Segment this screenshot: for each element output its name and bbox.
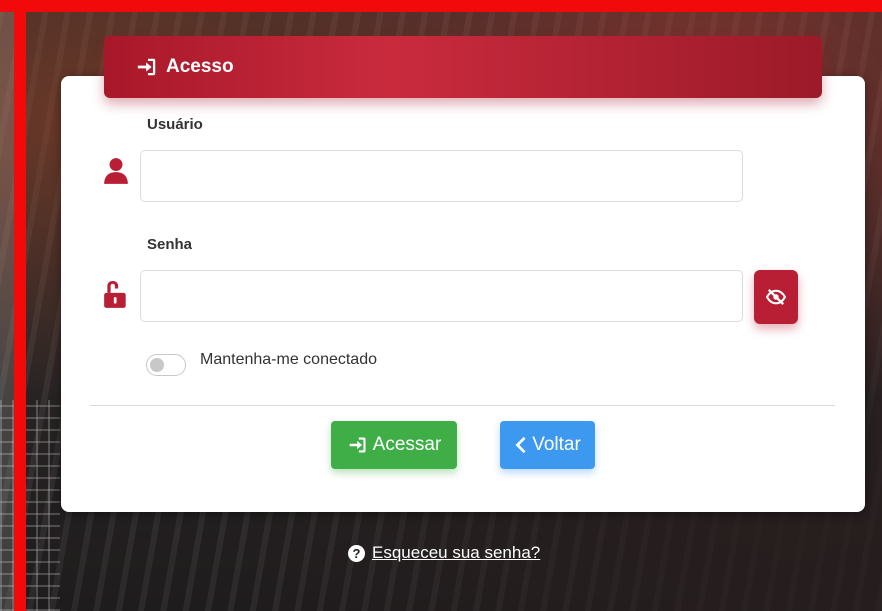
back-button[interactable]: Voltar — [500, 421, 595, 469]
unlock-icon — [104, 281, 126, 308]
password-label: Senha — [147, 236, 193, 253]
login-button-label: Acessar — [372, 434, 442, 455]
password-input[interactable] — [140, 270, 743, 322]
chevron-left-icon — [515, 436, 526, 454]
question-circle-icon: ? — [348, 544, 365, 562]
login-button[interactable]: Acessar — [331, 421, 457, 469]
back-button-label: Voltar — [532, 434, 581, 455]
forgot-password: ? Esqueceu sua senha? — [348, 543, 540, 563]
toggle-password-visibility-button[interactable] — [754, 270, 798, 324]
login-card-header: Acesso — [104, 36, 822, 98]
frame-top-border — [0, 0, 882, 12]
login-title: Acesso — [166, 56, 234, 77]
user-icon — [104, 158, 128, 184]
sign-in-icon — [137, 58, 156, 76]
sign-in-icon — [349, 437, 366, 453]
eye-slash-icon — [765, 288, 787, 306]
frame-left-border — [14, 0, 26, 611]
divider — [90, 405, 835, 406]
remember-me-label: Mantenha-me conectado — [200, 351, 377, 368]
remember-me-toggle[interactable] — [146, 354, 186, 376]
forgot-password-link[interactable]: Esqueceu sua senha? — [372, 543, 540, 563]
username-label: Usuário — [147, 116, 203, 133]
frame-left-edge — [0, 0, 14, 611]
toggle-knob — [150, 358, 164, 372]
username-input[interactable] — [140, 150, 743, 202]
